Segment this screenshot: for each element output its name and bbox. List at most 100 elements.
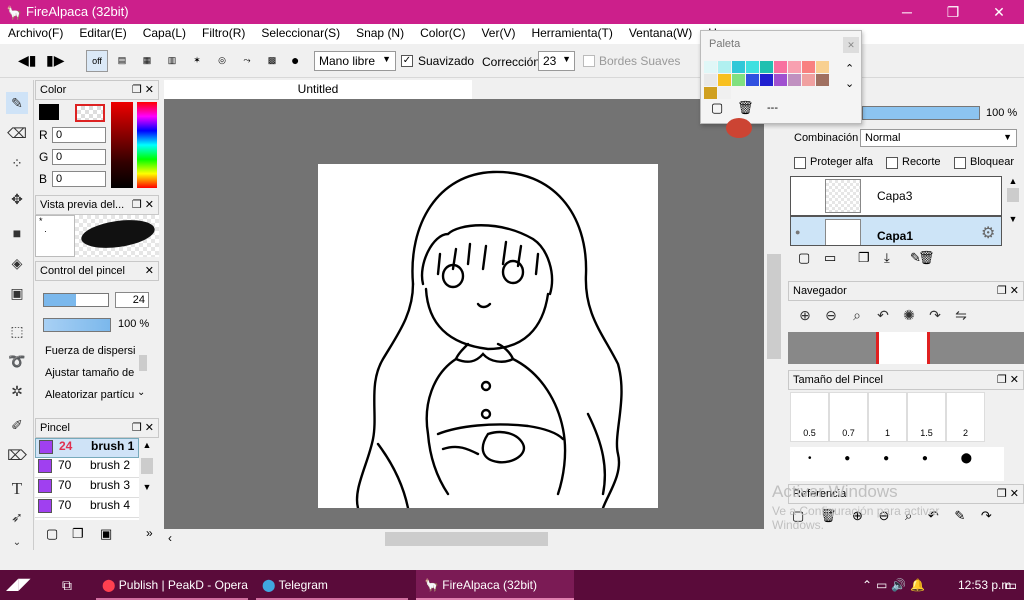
magic-wand-icon[interactable]: ✲: [6, 380, 28, 402]
smooth-checkbox[interactable]: ✓: [401, 55, 413, 67]
palette-color-swatch[interactable]: [816, 61, 829, 73]
size-adjust-option[interactable]: Ajustar tamaño de: [45, 367, 141, 379]
brush-item[interactable]: 70 brush 4: [35, 498, 139, 518]
navigator-preview[interactable]: [788, 332, 1024, 364]
palette-color-swatch[interactable]: [718, 87, 731, 99]
telegram-taskbar-item[interactable]: ⬤ Telegram: [256, 570, 408, 600]
panel-controls[interactable]: ❐ ✕: [997, 284, 1019, 297]
menu-seleccionar[interactable]: Seleccionar(S): [253, 24, 348, 40]
snap-off-button[interactable]: off: [86, 50, 108, 72]
hue-bar[interactable]: [137, 102, 157, 188]
b-input[interactable]: 0: [52, 171, 106, 187]
undo-icon[interactable]: ◀▮: [18, 52, 36, 69]
canvas-tab[interactable]: Untitled: [164, 80, 472, 99]
panel-controls[interactable]: ❐ ✕: [997, 487, 1019, 500]
brush-size-option[interactable]: 0.5: [790, 392, 829, 442]
correction-select[interactable]: 23 ▼: [538, 51, 575, 71]
snap-lines-icon[interactable]: ▥: [161, 50, 183, 72]
menu-ventana[interactable]: Ventana(W): [621, 24, 700, 40]
snap-grid-icon[interactable]: ▦: [136, 50, 158, 72]
lock-checkbox[interactable]: [954, 157, 966, 169]
minimize-button[interactable]: ─: [884, 0, 930, 24]
brush-item[interactable]: 70 brush 3: [35, 478, 139, 498]
menu-editar[interactable]: Editar(E): [71, 24, 134, 40]
palette-color-swatch[interactable]: [704, 87, 717, 99]
palette-color-swatch[interactable]: [746, 61, 759, 73]
palette-grid[interactable]: [704, 61, 834, 99]
snap-radial-icon[interactable]: ✶: [186, 50, 208, 72]
rotate-left-icon[interactable]: ↶: [870, 307, 896, 324]
delete-layer-icon[interactable]: 🗑: [918, 250, 935, 266]
move-icon[interactable]: ✥: [6, 188, 28, 210]
scrollbar[interactable]: [139, 355, 147, 371]
firealpaca-taskbar-item[interactable]: 🦙 FireAlpaca (32bit): [416, 570, 574, 600]
menu-filtro[interactable]: Filtro(R): [194, 24, 253, 40]
palette-color-swatch[interactable]: [788, 74, 801, 86]
brush-opacity-slider[interactable]: [43, 318, 111, 332]
close-icon[interactable]: ✕: [145, 264, 154, 277]
brush-size-slider[interactable]: [43, 293, 109, 307]
palette-color-swatch[interactable]: [760, 61, 773, 73]
system-tray-icons[interactable]: ⌃▭🔊🔔: [862, 570, 929, 600]
palette-color-swatch[interactable]: [816, 74, 829, 86]
zoom-out-icon[interactable]: ⊖: [818, 307, 844, 324]
brush-settings-icon[interactable]: ▣: [100, 526, 112, 542]
dot-tool-icon[interactable]: ⁘: [6, 152, 28, 174]
stroke-mode-select[interactable]: Mano libre ▼: [314, 51, 396, 71]
zoom-fit-icon[interactable]: ⌕: [844, 307, 870, 324]
operation-icon[interactable]: ➶: [6, 506, 28, 528]
snap-parallel-icon[interactable]: ▤: [111, 50, 133, 72]
gradient-icon[interactable]: ▣: [6, 282, 28, 304]
palette-color-swatch[interactable]: [760, 74, 773, 86]
palette-color-swatch[interactable]: [704, 74, 717, 86]
secondary-color-swatch[interactable]: [75, 104, 105, 122]
select-eraser-icon[interactable]: ⌦: [6, 444, 28, 466]
brush-size-option[interactable]: 1.5: [907, 392, 946, 442]
snap-perspective-icon[interactable]: ▩: [261, 50, 283, 72]
clipping-checkbox[interactable]: [886, 157, 898, 169]
chevron-up-icon[interactable]: ⌃: [845, 62, 854, 75]
new-layer-icon[interactable]: ▢: [798, 250, 810, 266]
select-icon[interactable]: ⬚: [6, 320, 28, 342]
new-brush-icon[interactable]: ▢: [46, 526, 58, 542]
flip-icon[interactable]: ⇋: [948, 307, 974, 324]
chevron-left-icon[interactable]: ‹: [168, 531, 172, 545]
protect-alpha-checkbox[interactable]: [794, 157, 806, 169]
panel-controls[interactable]: ❐ ✕: [132, 421, 154, 434]
merge-layer-icon[interactable]: ⤓: [884, 250, 890, 266]
gear-icon[interactable]: ⚙: [981, 223, 995, 243]
snap-curve-icon[interactable]: ⤳: [236, 50, 258, 72]
panel-controls[interactable]: ❐ ✕: [132, 198, 154, 211]
r-input[interactable]: 0: [52, 127, 106, 143]
lasso-icon[interactable]: ➰: [6, 350, 28, 372]
palette-color-swatch[interactable]: [718, 74, 731, 86]
more-tools-icon[interactable]: ⌄: [6, 532, 28, 554]
blend-select[interactable]: Normal ▼: [860, 129, 1017, 147]
rotate-right-icon[interactable]: ↷: [922, 307, 948, 324]
brush-list-scrollbar[interactable]: ▲ ▼: [139, 440, 155, 520]
layer-visibility-icon[interactable]: ●: [795, 227, 800, 237]
drawing-canvas[interactable]: [318, 164, 658, 508]
scatter-option[interactable]: Fuerza de dispersi: [45, 345, 141, 357]
bucket-icon[interactable]: ◈: [6, 252, 28, 274]
canvas-horizontal-scrollbar[interactable]: ‹: [164, 529, 764, 549]
new-palette-icon[interactable]: ▢: [711, 100, 723, 116]
rotate-reset-icon[interactable]: ✺: [896, 307, 922, 324]
menu-snap[interactable]: Snap (N): [348, 24, 412, 40]
fill-rect-icon[interactable]: ■: [6, 222, 28, 244]
saturation-bar[interactable]: [111, 102, 133, 188]
pen-icon[interactable]: ✎: [6, 92, 28, 114]
layer-row[interactable]: Capa3: [790, 176, 1002, 216]
new-folder-icon[interactable]: ▭: [824, 250, 836, 266]
g-input[interactable]: 0: [52, 149, 106, 165]
opera-taskbar-item[interactable]: ⬤ Publish | PeakD - Opera: [96, 570, 248, 600]
layer-row-selected[interactable]: ● Capa1 ⚙: [790, 216, 1002, 246]
layer-scrollbar[interactable]: ▲ ▼: [1004, 176, 1022, 246]
palette-color-swatch[interactable]: [704, 61, 717, 73]
primary-color-swatch[interactable]: [39, 104, 59, 120]
soft-edges-checkbox[interactable]: [583, 55, 595, 67]
brush-size-option[interactable]: 2: [946, 392, 985, 442]
palette-color-swatch[interactable]: [802, 61, 815, 73]
redo-icon[interactable]: ▮▶: [46, 52, 64, 69]
palette-color-swatch[interactable]: [774, 61, 787, 73]
